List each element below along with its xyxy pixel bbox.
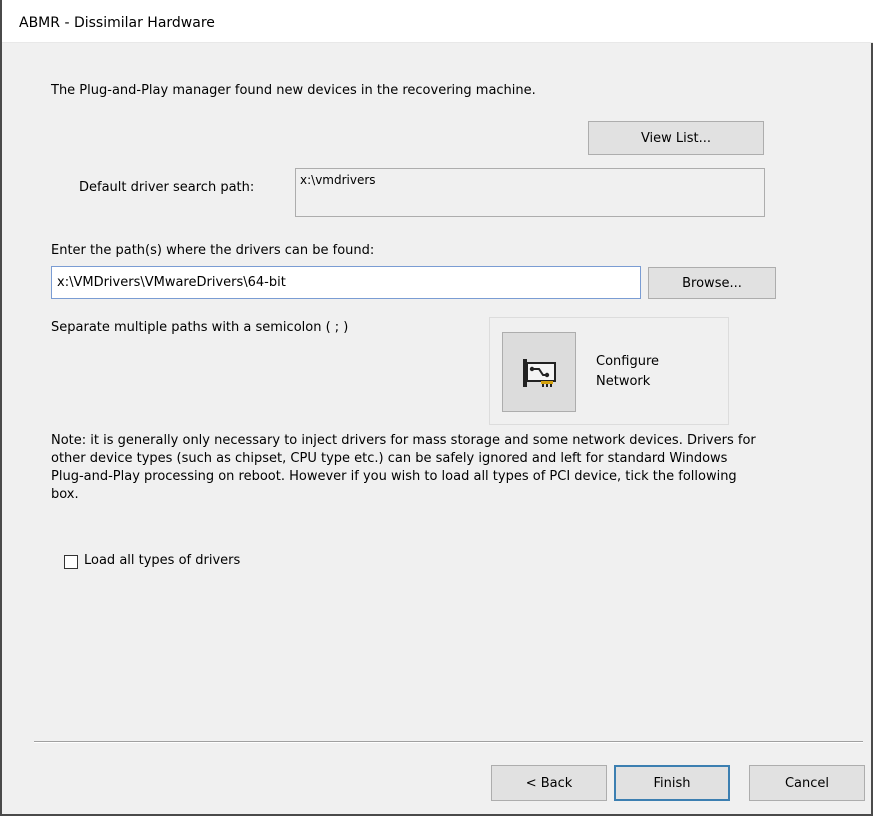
title-bar[interactable]: ABMR - Dissimilar Hardware — [2, 0, 873, 43]
configure-network-label-line1: Configure — [596, 354, 660, 369]
browse-button[interactable]: Browse... — [648, 267, 776, 299]
window-title: ABMR - Dissimilar Hardware — [19, 15, 215, 31]
back-button[interactable]: < Back — [491, 765, 607, 801]
configure-network-panel: Configure Network — [489, 317, 729, 425]
separator-hint-text: Separate multiple paths with a semicolon… — [51, 320, 349, 335]
default-driver-path-label: Default driver search path: — [79, 180, 255, 195]
driver-paths-label: Enter the path(s) where the drivers can … — [51, 243, 375, 258]
finish-button[interactable]: Finish — [614, 765, 730, 801]
configure-network-button[interactable] — [502, 332, 576, 412]
configure-network-label-line2: Network — [596, 374, 651, 389]
footer-separator — [34, 741, 863, 743]
default-driver-path-value: x:\vmdrivers — [300, 173, 376, 187]
cancel-button[interactable]: Cancel — [749, 765, 865, 801]
load-all-drivers-label[interactable]: Load all types of drivers — [84, 553, 240, 568]
intro-text: The Plug-and-Play manager found new devi… — [51, 83, 536, 98]
load-all-drivers-checkbox[interactable] — [64, 555, 78, 569]
note-text: Note: it is generally only necessary to … — [51, 433, 756, 502]
dialog-window: ABMR - Dissimilar Hardware The Plug-and-… — [0, 0, 873, 816]
default-driver-path-field: x:\vmdrivers — [295, 168, 765, 217]
driver-paths-input[interactable] — [51, 266, 641, 299]
network-card-icon — [521, 357, 559, 389]
view-list-button[interactable]: View List... — [588, 121, 764, 155]
